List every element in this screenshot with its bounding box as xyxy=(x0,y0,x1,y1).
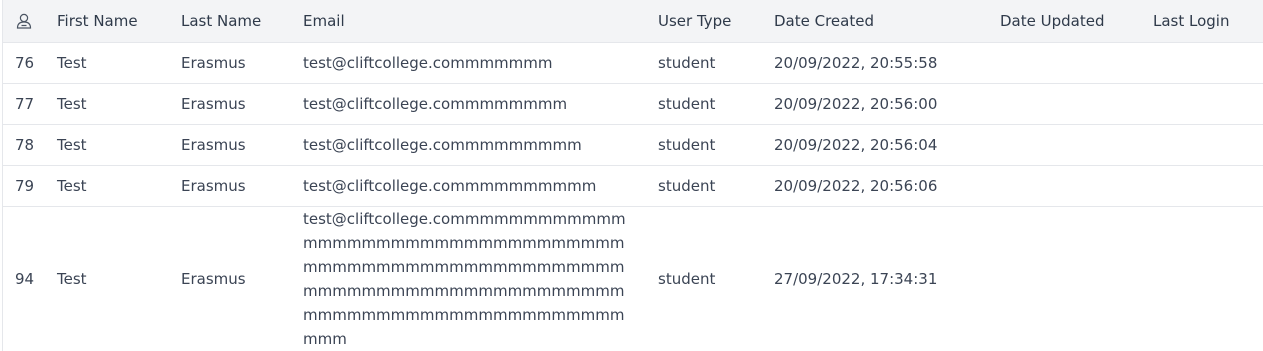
cell-id: 78 xyxy=(3,124,57,166)
cell-last-login xyxy=(1153,165,1263,207)
table-row[interactable]: 76 Test Erasmus test@cliftcollege.commmm… xyxy=(3,42,1263,84)
table-row[interactable]: 77 Test Erasmus test@cliftcollege.commmm… xyxy=(3,83,1263,125)
cell-date-created: 20/09/2022, 20:56:04 xyxy=(774,124,1000,166)
column-header-email[interactable]: Email xyxy=(303,0,658,43)
cell-date-updated xyxy=(1000,42,1153,84)
cell-last-name: Erasmus xyxy=(181,83,303,125)
cell-user-type: student xyxy=(658,42,774,84)
cell-date-updated xyxy=(1000,165,1153,207)
column-header-date-created[interactable]: Date Created xyxy=(774,0,1000,43)
cell-last-login xyxy=(1153,42,1263,84)
cell-last-name: Erasmus xyxy=(181,206,303,351)
column-header-last-login[interactable]: Last Login xyxy=(1153,0,1263,43)
cell-last-login xyxy=(1153,124,1263,166)
cell-first-name: Test xyxy=(57,206,181,351)
cell-date-created: 27/09/2022, 17:34:31 xyxy=(774,206,1000,351)
user-icon xyxy=(15,12,33,30)
cell-user-type: student xyxy=(658,124,774,166)
column-header-last-name[interactable]: Last Name xyxy=(181,0,303,43)
column-header-user-type[interactable]: User Type xyxy=(658,0,774,43)
users-table-container: First Name Last Name Email User Type Dat… xyxy=(2,0,1263,351)
cell-id: 79 xyxy=(3,165,57,207)
cell-date-updated xyxy=(1000,124,1153,166)
cell-user-type: student xyxy=(658,206,774,351)
cell-user-type: student xyxy=(658,83,774,125)
cell-date-updated xyxy=(1000,206,1153,351)
column-header-date-updated[interactable]: Date Updated xyxy=(1000,0,1153,43)
cell-first-name: Test xyxy=(57,165,181,207)
cell-last-name: Erasmus xyxy=(181,124,303,166)
table-row[interactable]: 79 Test Erasmus test@cliftcollege.commmm… xyxy=(3,165,1263,207)
cell-email: test@cliftcollege.commmmmmm xyxy=(303,42,658,84)
column-header-id[interactable] xyxy=(3,0,57,43)
cell-email: test@cliftcollege.commmmmmmm xyxy=(303,83,658,125)
cell-id: 76 xyxy=(3,42,57,84)
cell-date-created: 20/09/2022, 20:56:06 xyxy=(774,165,1000,207)
table-row[interactable]: 78 Test Erasmus test@cliftcollege.commmm… xyxy=(3,124,1263,166)
cell-email: test@cliftcollege.commmmmmmmm xyxy=(303,124,658,166)
cell-first-name: Test xyxy=(57,83,181,125)
cell-first-name: Test xyxy=(57,124,181,166)
cell-last-login xyxy=(1153,206,1263,351)
table-row[interactable]: 94 Test Erasmus test@cliftcollege.commmm… xyxy=(3,206,1263,351)
column-header-first-name[interactable]: First Name xyxy=(57,0,181,43)
cell-date-created: 20/09/2022, 20:56:00 xyxy=(774,83,1000,125)
cell-id: 94 xyxy=(3,206,57,351)
cell-email: test@cliftcollege.commmmmmmmmmmmmmmmmmmm… xyxy=(303,206,658,351)
cell-first-name: Test xyxy=(57,42,181,84)
cell-date-updated xyxy=(1000,83,1153,125)
cell-id: 77 xyxy=(3,83,57,125)
users-table: First Name Last Name Email User Type Dat… xyxy=(3,0,1263,351)
cell-last-name: Erasmus xyxy=(181,42,303,84)
cell-date-created: 20/09/2022, 20:55:58 xyxy=(774,42,1000,84)
cell-last-login xyxy=(1153,83,1263,125)
table-header-row: First Name Last Name Email User Type Dat… xyxy=(3,0,1263,43)
cell-email: test@cliftcollege.commmmmmmmmm xyxy=(303,165,658,207)
cell-user-type: student xyxy=(658,165,774,207)
cell-last-name: Erasmus xyxy=(181,165,303,207)
